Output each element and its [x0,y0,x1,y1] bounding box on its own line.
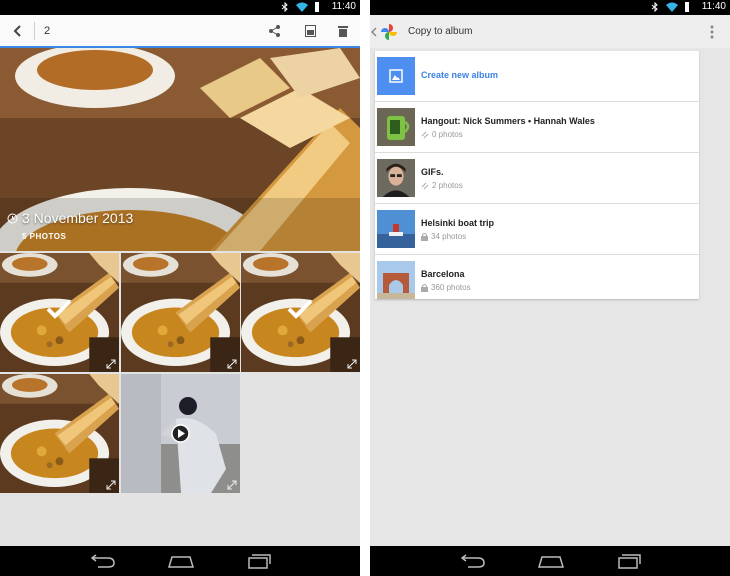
nav-home-icon[interactable] [166,552,196,570]
nav-back-icon[interactable] [88,552,118,570]
wifi-icon [666,2,678,12]
nav-recents-icon[interactable] [614,552,644,570]
nav-back-icon[interactable] [458,552,488,570]
photo-thumbnail[interactable] [241,253,360,372]
status-time: 11:40 [331,1,356,12]
create-album-tile [377,57,415,95]
back-button[interactable] [0,15,34,46]
album-thumbnail [377,261,415,299]
share-icon [269,24,280,37]
checkmark-icon [46,299,72,319]
create-album-row[interactable]: Create new album [375,51,699,102]
album-meta: 34 photos [421,232,466,241]
album-count: 2 photos [432,181,463,190]
divider [34,22,35,40]
nav-home-icon[interactable] [536,552,566,570]
album-meta: 360 photos [421,283,471,292]
album-name: Barcelona [421,269,465,279]
album-meta: 0 photos [421,130,463,139]
bluetooth-icon [281,2,288,12]
expand-icon[interactable] [106,480,116,490]
overflow-menu-icon[interactable] [710,25,714,39]
thumbnail-image [0,374,119,493]
bluetooth-icon [651,2,658,12]
album-row[interactable]: GIFs. 2 photos [375,153,699,204]
trash-icon [338,25,348,37]
battery-icon [685,2,689,12]
lock-icon [421,232,428,241]
create-album-label: Create new album [421,70,499,80]
selection-action-bar: 2 [0,15,360,48]
link-icon [421,182,429,189]
album-row[interactable]: Barcelona 360 photos [375,255,699,306]
video-thumbnail[interactable] [121,374,240,493]
album-count: 34 photos [431,232,467,241]
status-bar: 11:40 [370,0,730,15]
status-bar: 11:40 [0,0,360,15]
back-chevron-icon [13,24,21,37]
delete-button[interactable] [326,15,360,46]
image-add-icon [389,69,403,83]
album-name: GIFs. [421,167,444,177]
link-icon [421,131,429,138]
expand-icon[interactable] [227,359,237,369]
navigation-bar [370,546,730,576]
lock-icon [421,283,428,292]
album-count: 0 photos [432,130,463,139]
checkmark-icon [287,299,313,319]
album-count: 360 photos [431,283,471,292]
copy-action-bar: Copy to album [370,15,730,48]
clock-icon [7,213,18,223]
copy-to-album-screen: 11:40 Copy to album Create new album Han… [370,0,730,576]
expand-icon[interactable] [227,480,237,490]
copy-to-album-button[interactable] [293,15,327,46]
battery-icon [315,2,319,12]
album-row[interactable]: Helsinki boat trip 34 photos [375,204,699,255]
play-icon[interactable] [171,424,190,443]
photo-thumbnail[interactable] [121,253,240,372]
album-meta: 2 photos [421,181,463,190]
album-date: 3 November 2013 [7,210,133,226]
album-list: Create new album Hangout: Nick Summers •… [375,51,699,299]
expand-icon[interactable] [347,359,357,369]
thumbnail-image [121,253,240,372]
nav-recents-icon[interactable] [244,552,274,570]
album-name: Hangout: Nick Summers • Hannah Wales [421,116,595,126]
gallery-screen: 11:40 2 3 November 2013 5 PHOTOS [0,0,360,576]
status-time: 11:40 [701,1,726,12]
navigation-bar [0,546,360,576]
photo-thumbnail[interactable] [0,374,119,493]
share-button[interactable] [258,15,292,46]
album-thumbnail [377,108,415,146]
selected-count: 2 [44,25,51,37]
dialog-title: Copy to album [408,26,473,37]
photo-thumbnail[interactable] [0,253,119,372]
album-name: Helsinki boat trip [421,218,495,228]
album-icon [304,24,316,37]
photo-count: 5 PHOTOS [22,232,67,241]
album-thumbnail [377,210,415,248]
album-row[interactable]: Hangout: Nick Summers • Hannah Wales 0 p… [375,102,699,153]
album-thumbnail [377,159,415,197]
photos-app-icon[interactable] [380,23,398,41]
wifi-icon [296,2,308,12]
album-date-text: 3 November 2013 [22,210,134,226]
expand-icon[interactable] [106,359,116,369]
up-chevron-icon[interactable] [371,27,377,37]
